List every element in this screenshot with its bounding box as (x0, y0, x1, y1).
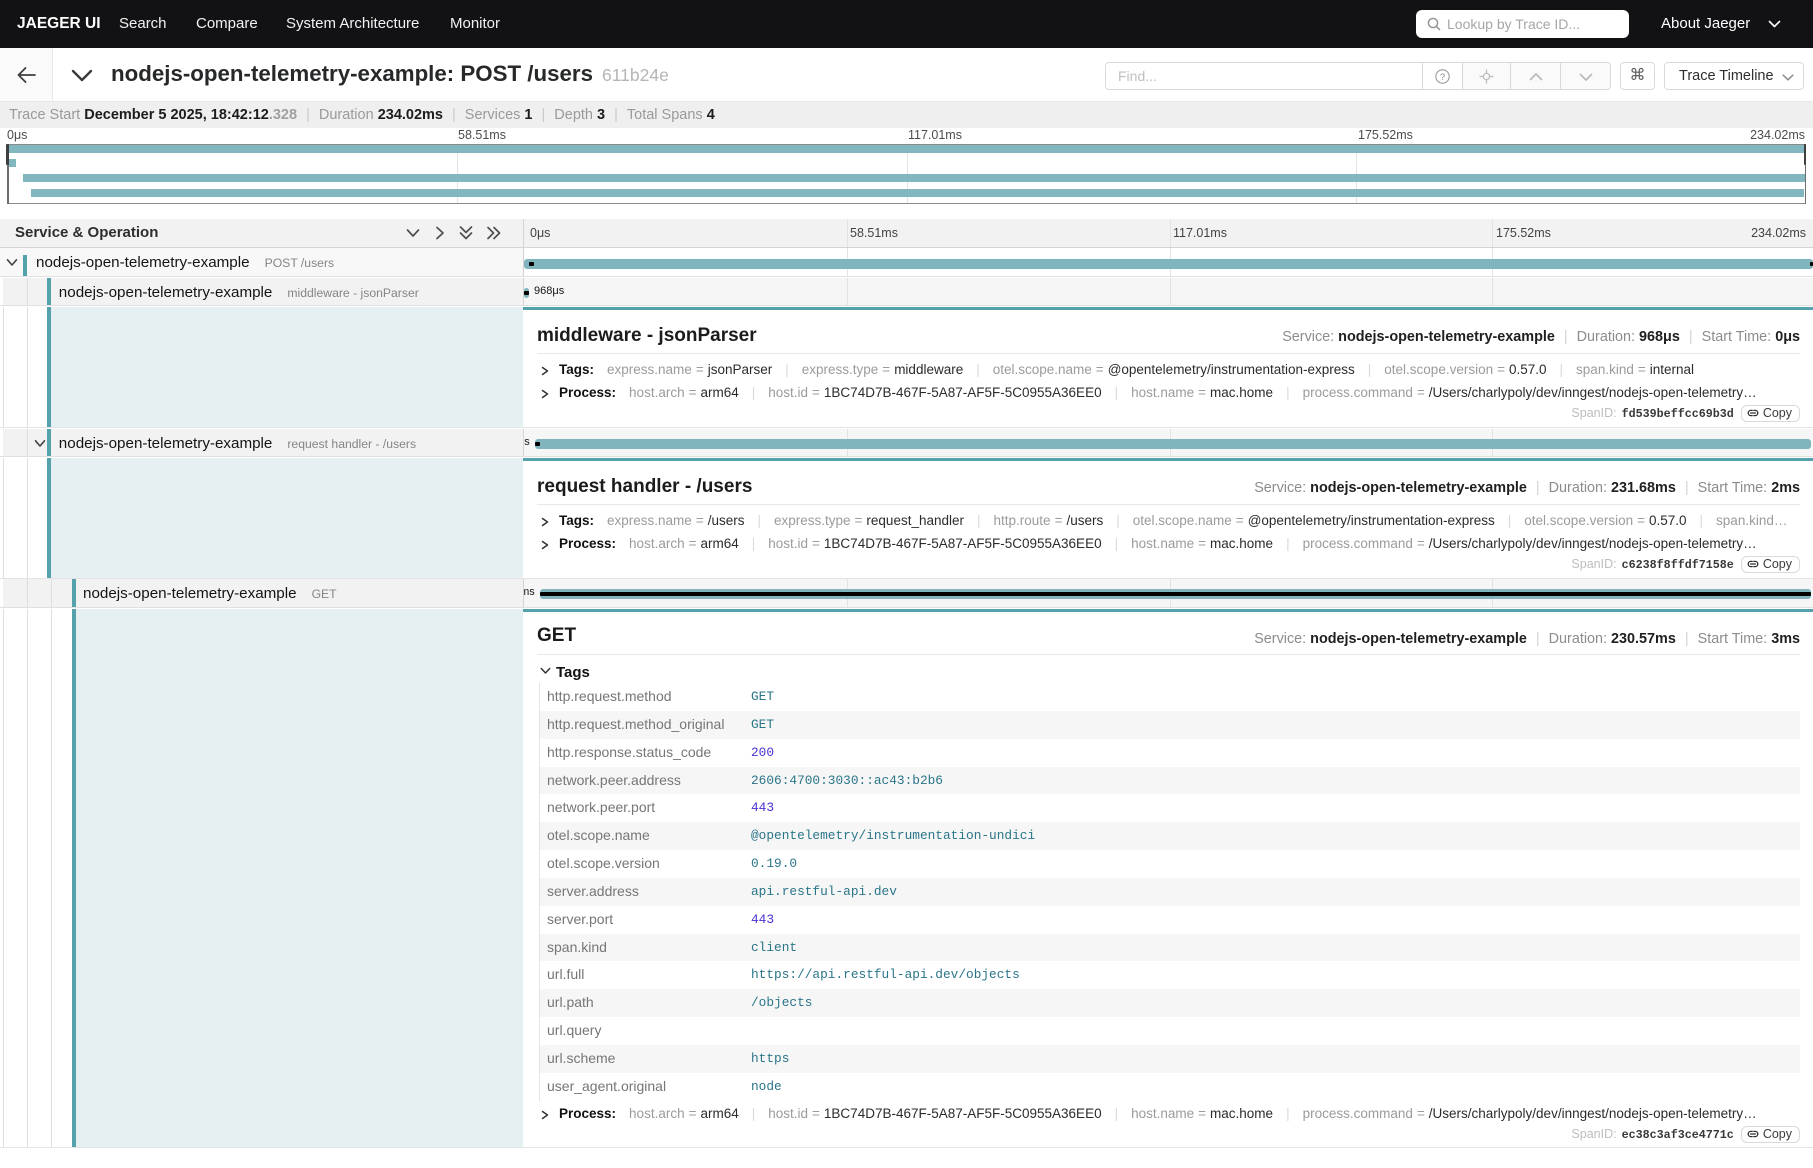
svg-text:?: ? (1440, 72, 1445, 83)
